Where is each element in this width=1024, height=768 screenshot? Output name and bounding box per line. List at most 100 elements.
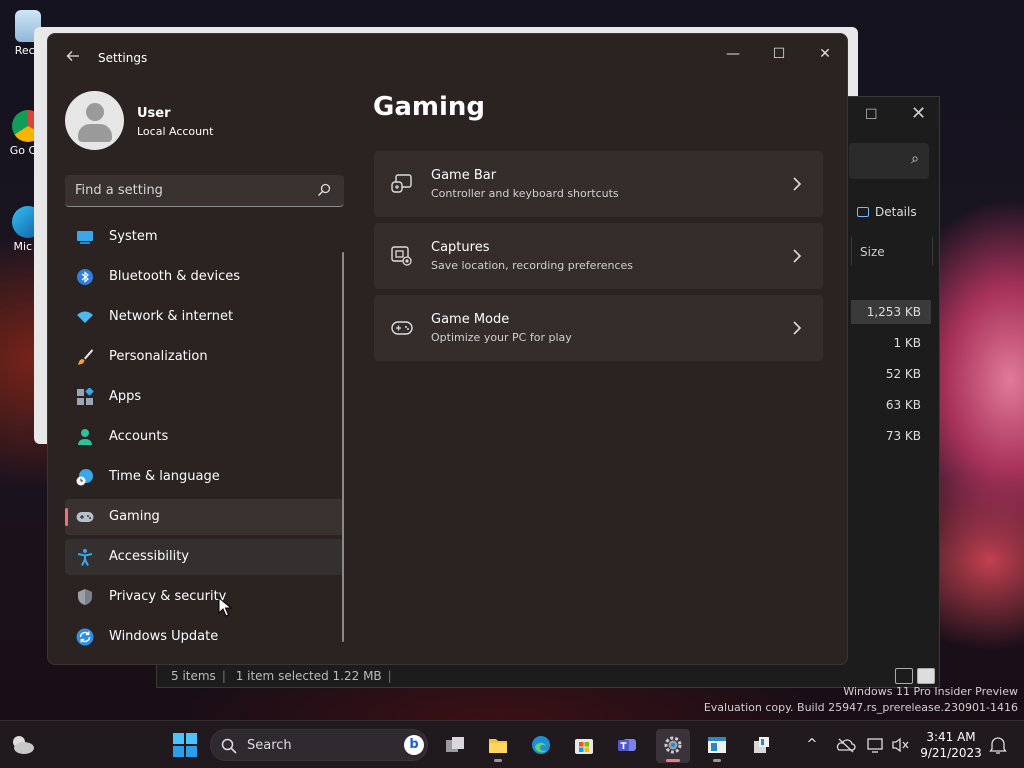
chevron-right-icon bbox=[793, 177, 802, 191]
chevron-right-icon bbox=[793, 249, 802, 263]
details-label: Details bbox=[875, 205, 917, 219]
nav-label: Bluetooth & devices bbox=[109, 269, 240, 284]
taskbar-install-app[interactable] bbox=[744, 729, 778, 763]
user-account-type: Local Account bbox=[137, 125, 214, 138]
nav-label: Apps bbox=[109, 389, 142, 404]
globe-clock-icon bbox=[76, 469, 93, 486]
nav-item-system[interactable]: System bbox=[65, 219, 344, 255]
close-icon[interactable]: ✕ bbox=[911, 103, 926, 124]
chevron-up-icon[interactable]: ^ bbox=[802, 735, 822, 755]
start-button[interactable] bbox=[173, 733, 197, 757]
minimize-button[interactable]: — bbox=[718, 42, 748, 66]
task-view-icon bbox=[446, 737, 464, 752]
user-name: User bbox=[137, 106, 171, 121]
nav-label: Personalization bbox=[109, 349, 208, 364]
search-input[interactable] bbox=[65, 175, 305, 205]
taskbar-file-explorer[interactable] bbox=[481, 729, 515, 763]
file-size[interactable]: 63 KB bbox=[851, 393, 931, 417]
nav-label: Privacy & security bbox=[109, 589, 227, 604]
card-captures[interactable]: Captures Save location, recording prefer… bbox=[374, 223, 823, 289]
running-indicator bbox=[713, 759, 721, 762]
tiles-view-icon[interactable] bbox=[917, 668, 935, 684]
running-indicator bbox=[494, 759, 502, 762]
status-item-count: 5 items bbox=[171, 669, 216, 683]
taskbar-task-view[interactable] bbox=[438, 729, 472, 763]
mouse-cursor-icon bbox=[218, 597, 232, 617]
clock-time: 3:41 AM bbox=[926, 730, 976, 744]
size-column-header[interactable]: Size bbox=[851, 237, 933, 265]
active-indicator bbox=[666, 759, 680, 762]
maximize-icon[interactable]: ☐ bbox=[865, 107, 878, 123]
shield-icon bbox=[78, 589, 92, 605]
store-icon bbox=[575, 739, 593, 754]
selection-indicator bbox=[65, 508, 68, 526]
volume-muted-icon[interactable] bbox=[891, 735, 911, 755]
game-mode-icon bbox=[391, 321, 413, 335]
search-icon bbox=[318, 183, 331, 196]
card-game-mode[interactable]: Game Mode Optimize your PC for play bbox=[374, 295, 823, 361]
avatar[interactable] bbox=[65, 91, 124, 150]
notification-icon[interactable] bbox=[988, 735, 1008, 755]
system-clock[interactable]: 3:41 AM 9/21/2023 bbox=[916, 729, 986, 761]
nav-scrollbar[interactable] bbox=[342, 252, 344, 642]
edge-icon bbox=[532, 736, 550, 754]
weather-widget-icon[interactable] bbox=[10, 733, 36, 757]
nav-item-accounts[interactable]: Accounts bbox=[65, 419, 344, 455]
nav-item-apps[interactable]: Apps bbox=[65, 379, 344, 415]
close-button[interactable]: ✕ bbox=[810, 42, 840, 66]
card-subtitle: Save location, recording preferences bbox=[431, 259, 634, 272]
bing-icon[interactable]: b bbox=[404, 735, 424, 755]
maximize-button[interactable]: ☐ bbox=[764, 42, 794, 66]
settings-nav: System Bluetooth & devices Network & int… bbox=[65, 219, 344, 659]
card-subtitle: Optimize your PC for play bbox=[431, 331, 572, 344]
nav-label: Windows Update bbox=[109, 629, 219, 644]
teams-icon bbox=[618, 739, 636, 751]
apps-icon bbox=[77, 388, 94, 405]
nav-label: Accounts bbox=[109, 429, 169, 444]
file-size[interactable]: 1,253 KB bbox=[851, 300, 931, 324]
nav-item-time-language[interactable]: Time & language bbox=[65, 459, 344, 495]
find-setting-box[interactable] bbox=[65, 175, 344, 207]
title-bar[interactable]: Settings — ☐ ✕ bbox=[48, 34, 847, 82]
nav-item-accessibility[interactable]: Accessibility bbox=[65, 539, 344, 575]
explorer-search-box[interactable]: ⌕ bbox=[849, 143, 929, 179]
brush-icon bbox=[78, 349, 93, 365]
taskbar-teams[interactable] bbox=[610, 729, 644, 763]
onedrive-offline-icon[interactable] bbox=[836, 735, 856, 755]
search-icon bbox=[221, 738, 237, 754]
nav-label: Gaming bbox=[109, 509, 160, 524]
accessibility-icon bbox=[77, 549, 93, 566]
nav-label: Time & language bbox=[109, 469, 220, 484]
taskbar-settings[interactable] bbox=[656, 729, 690, 763]
taskbar-explorer-window[interactable] bbox=[700, 729, 734, 763]
bluetooth-icon bbox=[77, 269, 93, 285]
taskbar-search[interactable]: Search b bbox=[210, 729, 428, 761]
status-selection: 1 item selected 1.22 MB bbox=[235, 669, 382, 683]
game-bar-icon bbox=[391, 174, 412, 193]
avatar-body bbox=[78, 124, 112, 142]
file-size[interactable]: 73 KB bbox=[851, 424, 931, 448]
network-icon[interactable] bbox=[866, 735, 886, 755]
nav-item-privacy-security[interactable]: Privacy & security bbox=[65, 579, 344, 615]
details-view-icon[interactable] bbox=[895, 668, 913, 684]
maximize-icon: ☐ bbox=[772, 46, 786, 62]
clock-date: 9/21/2023 bbox=[920, 746, 982, 760]
nav-item-network[interactable]: Network & internet bbox=[65, 299, 344, 335]
person-icon bbox=[78, 429, 92, 445]
nav-item-gaming[interactable]: Gaming bbox=[65, 499, 344, 535]
taskbar: Search b ^ 3:41 AM 9/21/2023 bbox=[0, 720, 1024, 768]
nav-item-personalization[interactable]: Personalization bbox=[65, 339, 344, 375]
details-button[interactable]: Details bbox=[857, 205, 917, 219]
nav-item-windows-update[interactable]: Windows Update bbox=[65, 619, 344, 655]
wifi-icon bbox=[77, 311, 93, 323]
taskbar-store[interactable] bbox=[567, 729, 601, 763]
back-button[interactable] bbox=[62, 48, 84, 68]
file-size[interactable]: 52 KB bbox=[851, 362, 931, 386]
card-game-bar[interactable]: Game Bar Controller and keyboard shortcu… bbox=[374, 151, 823, 217]
nav-label: Network & internet bbox=[109, 309, 234, 324]
taskbar-edge[interactable] bbox=[524, 729, 558, 763]
minimize-icon: — bbox=[726, 46, 740, 62]
nav-item-bluetooth[interactable]: Bluetooth & devices bbox=[65, 259, 344, 295]
settings-window: Settings — ☐ ✕ User Local Account System… bbox=[47, 33, 848, 665]
file-size[interactable]: 1 KB bbox=[851, 331, 931, 355]
